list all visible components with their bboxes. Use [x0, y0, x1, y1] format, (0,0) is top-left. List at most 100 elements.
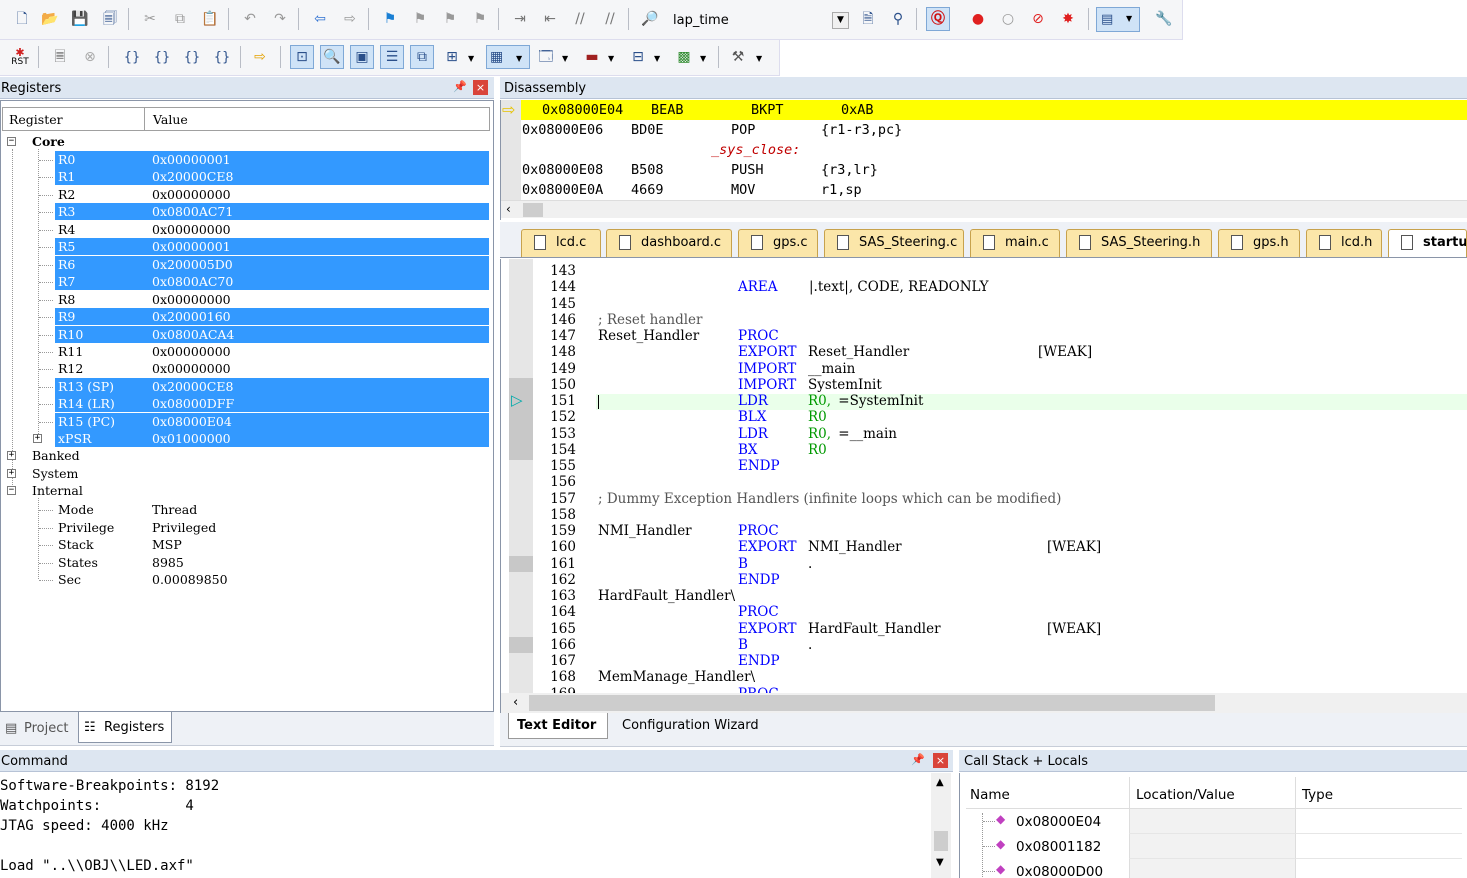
register-row[interactable]: R10 0x0800ACA4	[1, 325, 489, 343]
bookmark-next-icon[interactable]: ⚑	[438, 7, 462, 31]
code-line[interactable]: 153 LDR R0, =__main	[501, 426, 1467, 442]
stop-icon[interactable]: ⊗	[78, 45, 102, 69]
register-value[interactable]: 0x00000000	[152, 291, 231, 308]
register-value[interactable]: 0x01000000	[152, 430, 231, 447]
code-line[interactable]: 169 PROC	[501, 686, 1467, 694]
code-line[interactable]: 148 EXPORT Reset_Handler [WEAK]	[501, 344, 1467, 360]
group-banked[interactable]: Banked	[32, 447, 80, 464]
code-line[interactable]: 147 Reset_Handler PROC	[501, 328, 1467, 344]
redo-icon[interactable]: ↷	[268, 7, 292, 31]
disassembly-line[interactable]: 0x08000E06 BD0E POP {r1-r3,pc}	[501, 120, 1467, 140]
show-next-statement-icon[interactable]: ⇨	[248, 45, 272, 69]
register-value[interactable]: 0x20000CE8	[152, 168, 233, 185]
tab-text-editor[interactable]: Text Editor	[508, 713, 608, 739]
expand-banked-icon[interactable]: +	[7, 451, 16, 460]
tab-project[interactable]: ▤ Project	[2, 715, 74, 743]
disassembly-line[interactable]: 0x08000E08 B508 PUSH {r3,lr}	[501, 160, 1467, 180]
code-line[interactable]: 144 AREA |.text|, CODE, READONLY	[501, 279, 1467, 295]
kill-breakpoints-icon[interactable]: ✸	[1056, 7, 1080, 31]
disassembly-hscrollbar[interactable]: ‹	[501, 200, 1467, 218]
pin-icon[interactable]: 📌	[911, 753, 925, 766]
collapse-core-icon[interactable]: −	[7, 137, 16, 146]
new-file-icon[interactable]: 🗋	[10, 7, 34, 31]
col-location-header[interactable]: Location/Value	[1136, 787, 1235, 803]
insert-breakpoint-icon[interactable]: ●	[966, 7, 990, 31]
code-line[interactable]: 155 ENDP	[501, 458, 1467, 474]
chevron-down-icon[interactable]: ▼	[468, 54, 474, 63]
find-in-files-icon[interactable]: 🔎	[638, 7, 662, 31]
unindent-icon[interactable]: ⇤	[538, 7, 562, 31]
callstack-row[interactable]: ◆ 0x08001182	[966, 834, 1462, 859]
bookmark-clear-icon[interactable]: ⚑	[468, 7, 492, 31]
col-value-header[interactable]: Value	[153, 112, 188, 127]
chevron-down-icon[interactable]: ▼	[756, 54, 762, 63]
register-row[interactable]: R1 0x20000CE8	[1, 168, 489, 186]
code-line[interactable]: 158	[501, 507, 1467, 523]
nav-back-icon[interactable]: ⇦	[308, 7, 332, 31]
register-row[interactable]: R8 0x00000000	[1, 291, 489, 308]
chevron-down-icon[interactable]: ▼	[562, 54, 568, 63]
register-value[interactable]: 0x0800AC71	[152, 203, 233, 220]
tab-config-wizard[interactable]: Configuration Wizard	[610, 713, 772, 739]
save-icon[interactable]: 💾	[68, 7, 92, 31]
register-row[interactable]: R3 0x0800AC71	[1, 203, 489, 221]
toolbox-icon[interactable]: ⚒	[726, 45, 750, 69]
register-row[interactable]: R2 0x00000000	[1, 186, 489, 203]
register-value[interactable]: 0x08000E04	[152, 413, 232, 430]
col-name-header[interactable]: Name	[970, 787, 1010, 803]
analysis-windows-icon[interactable]: ▬	[580, 45, 604, 69]
close-icon[interactable]: ×	[933, 753, 948, 768]
pin-icon[interactable]: 📌	[453, 80, 467, 93]
register-value[interactable]: 0x00000000	[152, 343, 231, 360]
file-tab[interactable]: lcd.c	[521, 229, 601, 257]
register-row[interactable]: R6 0x200005D0	[1, 255, 489, 273]
registers-window-icon[interactable]: ☰	[380, 45, 404, 69]
register-row[interactable]: R0 0x00000001	[1, 151, 489, 168]
bookmark-icon[interactable]: ⚑	[378, 7, 402, 31]
code-line[interactable]: 167 ENDP	[501, 653, 1467, 669]
step-into-icon[interactable]: {}	[120, 45, 144, 69]
register-row[interactable]: R12 0x00000000	[1, 360, 489, 377]
memory-windows-icon[interactable]: ▦	[486, 45, 530, 69]
disable-breakpoints-icon[interactable]: ⊘	[1026, 7, 1050, 31]
register-value[interactable]: 0x20000CE8	[152, 378, 233, 395]
code-line[interactable]: 143	[501, 263, 1467, 279]
col-type-header[interactable]: Type	[1302, 787, 1333, 803]
scroll-left-icon[interactable]: ‹	[506, 202, 511, 216]
serial-windows-icon[interactable]: 🗔	[534, 45, 558, 69]
file-tab[interactable]: SAS_Steering.c	[824, 229, 964, 257]
callstack-row[interactable]: ◆ 0x08000E04	[966, 809, 1462, 834]
expand-xpsr-icon[interactable]: +	[33, 434, 42, 443]
disassembly-window-icon[interactable]: 🔍	[320, 45, 344, 69]
symbols-window-icon[interactable]: ▣	[350, 45, 374, 69]
run-icon[interactable]: 🗏	[48, 45, 72, 69]
register-value[interactable]: 0x00000000	[152, 186, 231, 203]
reset-icon[interactable]: ✱ RST	[8, 45, 32, 69]
collapse-internal-icon[interactable]: −	[7, 486, 16, 495]
register-value[interactable]: 0x20000160	[152, 308, 231, 325]
chevron-down-icon[interactable]: ▼	[654, 54, 660, 63]
uncomment-icon[interactable]: //	[598, 7, 622, 31]
code-line[interactable]: 165 EXPORT HardFault_Handler [WEAK]	[501, 621, 1467, 637]
step-out-icon[interactable]: {}	[180, 45, 204, 69]
register-row[interactable]: R5 0x00000001	[1, 238, 489, 256]
code-line[interactable]: 146 ; Reset handler	[501, 312, 1467, 328]
code-line[interactable]: 166 B.	[501, 637, 1467, 653]
code-line[interactable]: 151 LDR R0, =SystemInit	[501, 393, 1467, 409]
file-tab[interactable]: SAS_Steering.h	[1066, 229, 1212, 257]
code-line[interactable]: 164 PROC	[501, 604, 1467, 620]
command-vscrollbar[interactable]: ▲ ▼	[931, 773, 951, 878]
target-select[interactable]: lap_time ▼	[666, 8, 852, 32]
incremental-find-icon[interactable]: ⚲	[886, 7, 910, 31]
group-internal[interactable]: Internal	[32, 482, 83, 499]
indent-icon[interactable]: ⇥	[508, 7, 532, 31]
comment-icon[interactable]: //	[568, 7, 592, 31]
scroll-left-icon[interactable]: ‹	[513, 695, 518, 710]
register-row[interactable]: R11 0x00000000	[1, 343, 489, 360]
window-select[interactable]: ▤ ▼	[1096, 7, 1140, 32]
disassembly-line[interactable]: 0x08000E0A 4669 MOV r1,sp	[501, 180, 1467, 200]
file-tab[interactable]: main.c	[970, 229, 1060, 257]
copy-icon[interactable]: ⧉	[168, 7, 192, 31]
register-row[interactable]: xPSR 0x01000000	[1, 430, 489, 448]
code-line[interactable]: 168 MemManage_Handler\	[501, 669, 1467, 685]
